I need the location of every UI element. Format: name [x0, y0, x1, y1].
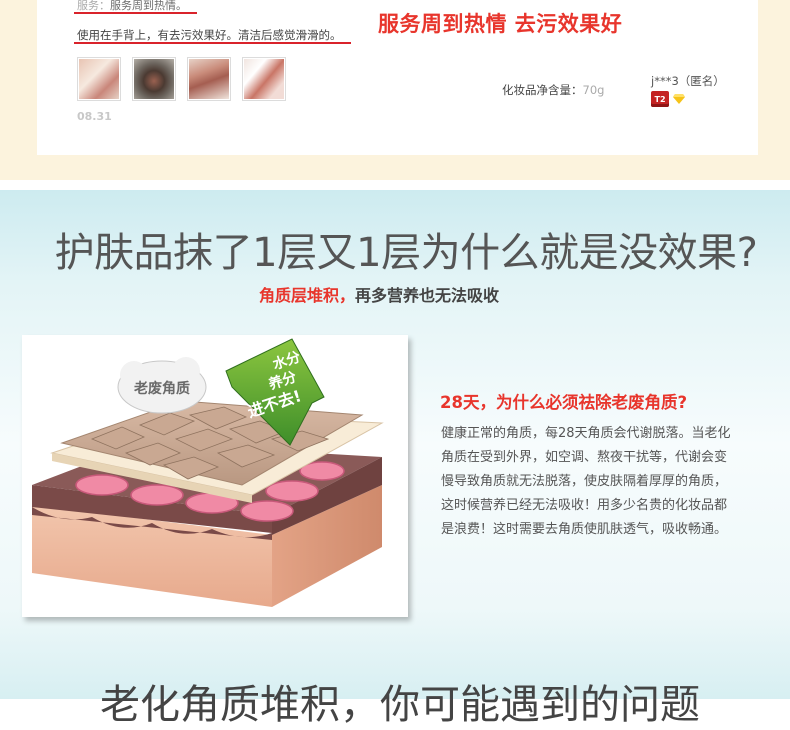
service-label: 服务：: [77, 0, 110, 12]
reviewer-badges: T2: [651, 91, 685, 107]
level-badge-icon: T2: [651, 91, 669, 107]
review-underline: [74, 42, 351, 44]
skin-layer-illustration: 老废角质 水分 养分 进不去!: [22, 335, 408, 617]
review-card: 服务：服务周到热情。 使用在手背上，有去污效果好。清洁后感觉滑滑的。 服务周到热…: [37, 0, 758, 155]
review-band: 服务：服务周到热情。 使用在手背上，有去污效果好。清洁后感觉滑滑的。 服务周到热…: [0, 0, 790, 180]
review-photo-3[interactable]: [187, 57, 231, 101]
review-highlight: 服务周到热情 去污效果好: [378, 12, 623, 36]
review-photo-4[interactable]: [242, 57, 286, 101]
skin-section: 护肤品抹了1层又1层为什么就是没效果? 角质层堆积，再多营养也无法吸收 老废角质…: [0, 190, 790, 728]
section-headline: 护肤品抹了1层又1层为什么就是没效果?: [54, 230, 758, 276]
section-subline: 角质层堆积，再多营养也无法吸收: [0, 282, 758, 306]
bubble-label: 老废角质: [134, 380, 190, 397]
bottom-title: 老化角质堆积，你可能遇到的问题: [100, 682, 700, 728]
product-spec: 化妆品净含量：70g: [502, 82, 604, 98]
review-text: 使用在手背上，有去污效果好。清洁后感觉滑滑的。: [77, 28, 342, 42]
review-date: 08.31: [77, 110, 112, 123]
vip-diamond-icon: [673, 94, 685, 104]
subline-rest: 再多营养也无法吸收: [355, 286, 500, 305]
skin-layer-graphic: 老废角质 水分 养分 进不去!: [32, 338, 384, 607]
explanation-paragraph: 健康正常的角质，每28天角质会代谢脱落。当老化角质在受到外界，如空调、熬夜干扰等…: [441, 426, 731, 537]
question-title: 28天，为什么必须祛除老废角质?: [440, 393, 688, 412]
service-text: 服务周到热情。: [110, 0, 187, 12]
review-photo-1[interactable]: [77, 57, 121, 101]
spec-value: 70g: [582, 83, 605, 97]
spec-label: 化妆品净含量：: [502, 83, 583, 97]
review-photo-2[interactable]: [132, 57, 176, 101]
reviewer-name: j***3（匿名）: [651, 74, 725, 88]
service-underline: [74, 12, 197, 14]
review-photos: [77, 57, 286, 101]
subline-red: 角质层堆积，: [258, 286, 355, 305]
